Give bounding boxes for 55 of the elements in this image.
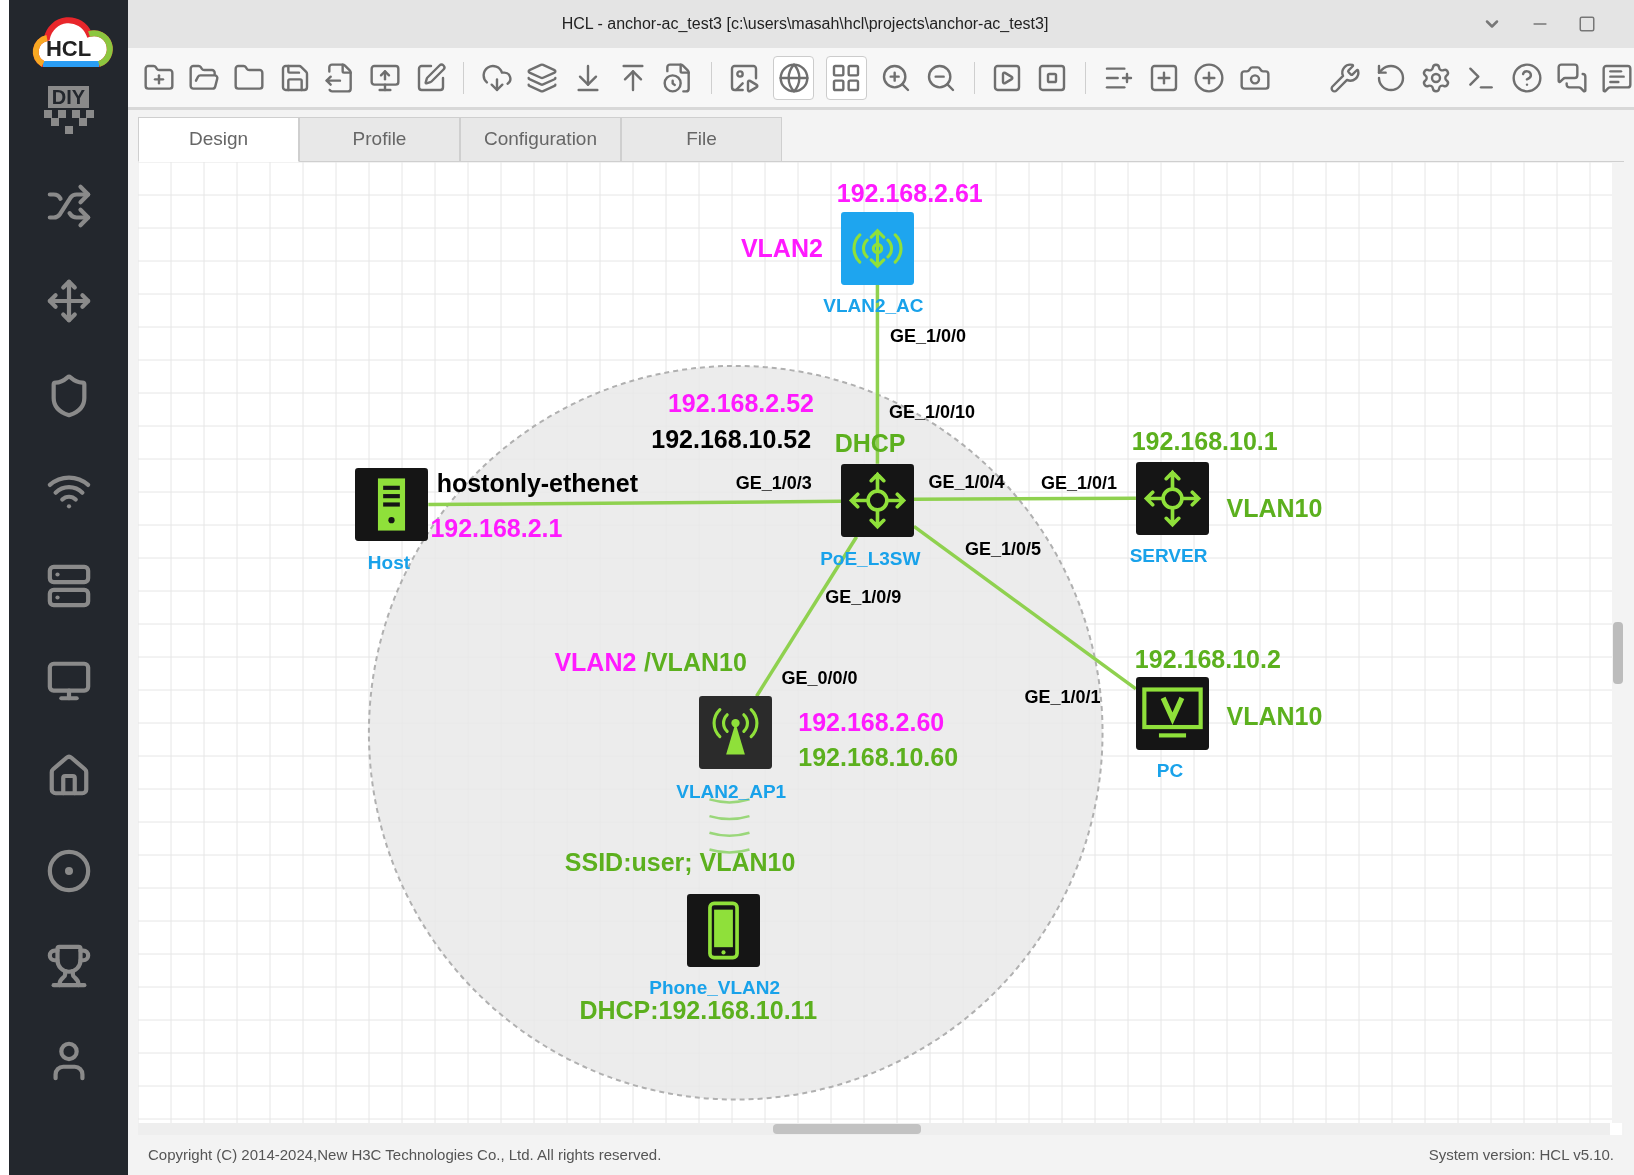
signal-waves-icon [709, 798, 750, 854]
router-switch-icon [1135, 461, 1209, 535]
tab[interactable]: Configuration [460, 117, 621, 162]
version-text: System version: HCL v5.10. [1428, 1144, 1614, 1165]
annotation-text: 192.168.2.61 [836, 178, 983, 210]
annotation-text: 192.168.2.52 [667, 387, 814, 419]
annotation-text: hostonly-ethenet [436, 468, 639, 499]
globe-icon-button[interactable] [773, 55, 814, 100]
annotation-text: 192.168.10.52 [651, 424, 812, 456]
interface-label: GE_1/0/1 [1024, 685, 1101, 709]
interface-label: GE_1/0/3 [735, 472, 812, 495]
device-name[interactable]: SERVER [1129, 542, 1208, 571]
annotation-text: SSID:user; VLAN10 [564, 847, 796, 879]
annotation-text: /VLAN10 [644, 647, 747, 679]
wireless-controller-icon [840, 211, 914, 285]
annotation-text: VLAN2 [740, 232, 823, 264]
annotation-text: 192.168.10.2 [1134, 644, 1281, 676]
crossed-arrows-icon[interactable] [45, 183, 92, 229]
grid-icon-button[interactable] [826, 55, 867, 100]
smartphone-icon [686, 894, 760, 968]
annotation-text: VLAN10 [1226, 701, 1323, 733]
interface-label: GE_1/0/5 [964, 537, 1042, 561]
device-name[interactable]: Host [367, 549, 411, 578]
move-arrows-icon[interactable] [45, 278, 92, 324]
annotation-text: 192.168.10.60 [798, 742, 959, 774]
annotation-text: DHCP:192.168.10.11 [579, 996, 818, 1027]
interface-label: GE_1/0/0 [889, 325, 966, 348]
annotation-text: VLAN2 [554, 647, 637, 679]
computer-tower-icon [355, 468, 429, 541]
tab[interactable]: Profile [299, 117, 460, 162]
annotation-text: 192.168.2.60 [798, 706, 945, 738]
interface-label: GE_0/0/0 [781, 667, 858, 690]
tab[interactable]: Design [138, 117, 299, 162]
device-name[interactable]: PC [1156, 756, 1184, 786]
annotation-text: VLAN10 [1226, 493, 1323, 525]
interface-label: GE_1/0/10 [888, 401, 975, 424]
annotation-text: 192.168.2.1 [430, 512, 563, 544]
window-title: HCL - anchor-ac_test3 [c:\users\masah\hcl\projects\anchor-ac_test3] [560, 14, 1050, 34]
server-icon[interactable] [45, 563, 92, 609]
interface-label: GE_1/0/4 [928, 471, 1005, 494]
monitor-icon [1135, 677, 1209, 751]
horizontal-scrollbar[interactable] [138, 1123, 1610, 1135]
router-switch-icon [840, 463, 914, 537]
copyright-text: Copyright (C) 2014-2024,New H3C Technologies Co., Ltd. All rights reserved. [148, 1144, 662, 1165]
topology-canvas[interactable] [138, 162, 1624, 1135]
circle-icon[interactable] [45, 848, 92, 894]
vertical-scrollbar[interactable] [1612, 162, 1624, 1123]
maximize-icon[interactable] [1578, 15, 1596, 33]
annotation-text: 192.168.10.1 [1131, 426, 1278, 458]
access-point-icon [699, 696, 773, 770]
device-name[interactable]: VLAN2_AP1 [676, 777, 787, 806]
interface-label: GE_1/0/9 [825, 585, 902, 609]
trophy-icon[interactable] [45, 943, 92, 989]
tab[interactable]: File [621, 117, 782, 162]
interface-label: GE_1/0/1 [1041, 472, 1118, 495]
